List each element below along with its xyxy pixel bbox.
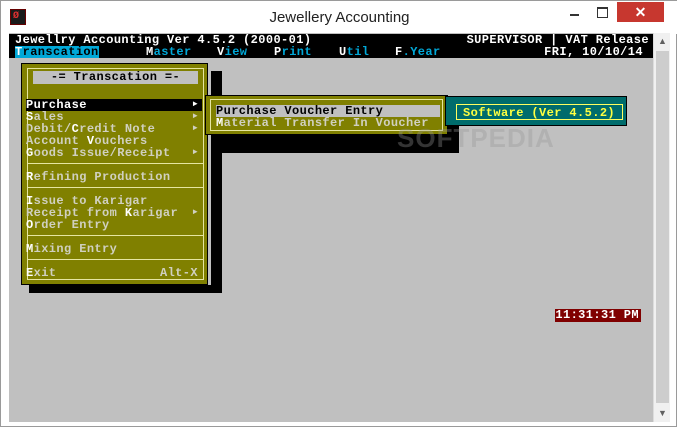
vertical-scrollbar[interactable]: ▲ ▼ <box>653 33 670 422</box>
submenu-arrow-icon: ► <box>192 208 198 217</box>
menu-item-refining-production[interactable]: Refining Production <box>26 171 202 183</box>
close-button[interactable]: ✕ <box>617 2 664 22</box>
menu-item-order-entry[interactable]: Order Entry <box>26 219 202 231</box>
watermark: SOFTPEDIA <box>397 123 555 153</box>
maximize-button[interactable] <box>589 2 616 22</box>
scroll-up-icon[interactable]: ▲ <box>654 33 671 50</box>
menu-item-mixing-entry[interactable]: Mixing Entry <box>26 243 202 255</box>
menu-separator <box>28 235 203 236</box>
menu-bar: Transcation Master View Print Util F.Yea… <box>9 46 653 58</box>
scroll-thumb[interactable] <box>656 51 669 403</box>
menu-fyear[interactable]: F.Year <box>395 46 441 58</box>
exit-accelerator: Alt-X <box>159 266 198 280</box>
menu-print[interactable]: Print <box>274 46 312 58</box>
submenu-arrow-icon: ► <box>192 124 198 133</box>
scroll-down-icon[interactable]: ▼ <box>654 405 671 422</box>
software-version-text: Software (Ver 4.5.2) <box>463 106 616 120</box>
menu-item-exit[interactable]: Exit Alt-X <box>26 267 202 279</box>
dropdown-title: -= Transcation =- <box>33 71 198 84</box>
console-area[interactable]: Jewellry Accounting Ver 4.5.2 (2000-01) … <box>9 33 653 422</box>
submenu-arrow-icon: ► <box>192 112 198 121</box>
dropdown-shadow-bottom <box>29 285 222 293</box>
application-window: Ø Jewellery Accounting ✕ Jewellry Accoun… <box>0 0 677 427</box>
software-info-frame: Software (Ver 4.5.2) <box>456 104 623 120</box>
software-info-box: Software (Ver 4.5.2) <box>445 96 627 126</box>
menu-separator <box>28 259 203 260</box>
menu-transcation[interactable]: Transcation <box>15 46 99 58</box>
title-bar[interactable]: Ø Jewellery Accounting ✕ <box>1 1 677 34</box>
clock-display: 11:31:31 PM <box>555 308 641 322</box>
menu-separator <box>28 163 203 164</box>
menu-separator <box>28 187 203 188</box>
minimize-button[interactable] <box>561 2 588 22</box>
menu-util[interactable]: Util <box>339 46 369 58</box>
date-display: FRI, 10/10/14 <box>544 45 643 59</box>
transcation-dropdown: -= Transcation =- Purchase ► Sales ► Debit… <box>21 63 208 285</box>
menu-master[interactable]: Master <box>146 46 192 58</box>
submenu-arrow-icon: ► <box>192 100 198 109</box>
menu-view[interactable]: View <box>217 46 247 58</box>
submenu-arrow-icon: ► <box>192 148 198 157</box>
menu-item-goods-issue-receipt[interactable]: Goods Issue/Receipt ► <box>26 147 202 159</box>
